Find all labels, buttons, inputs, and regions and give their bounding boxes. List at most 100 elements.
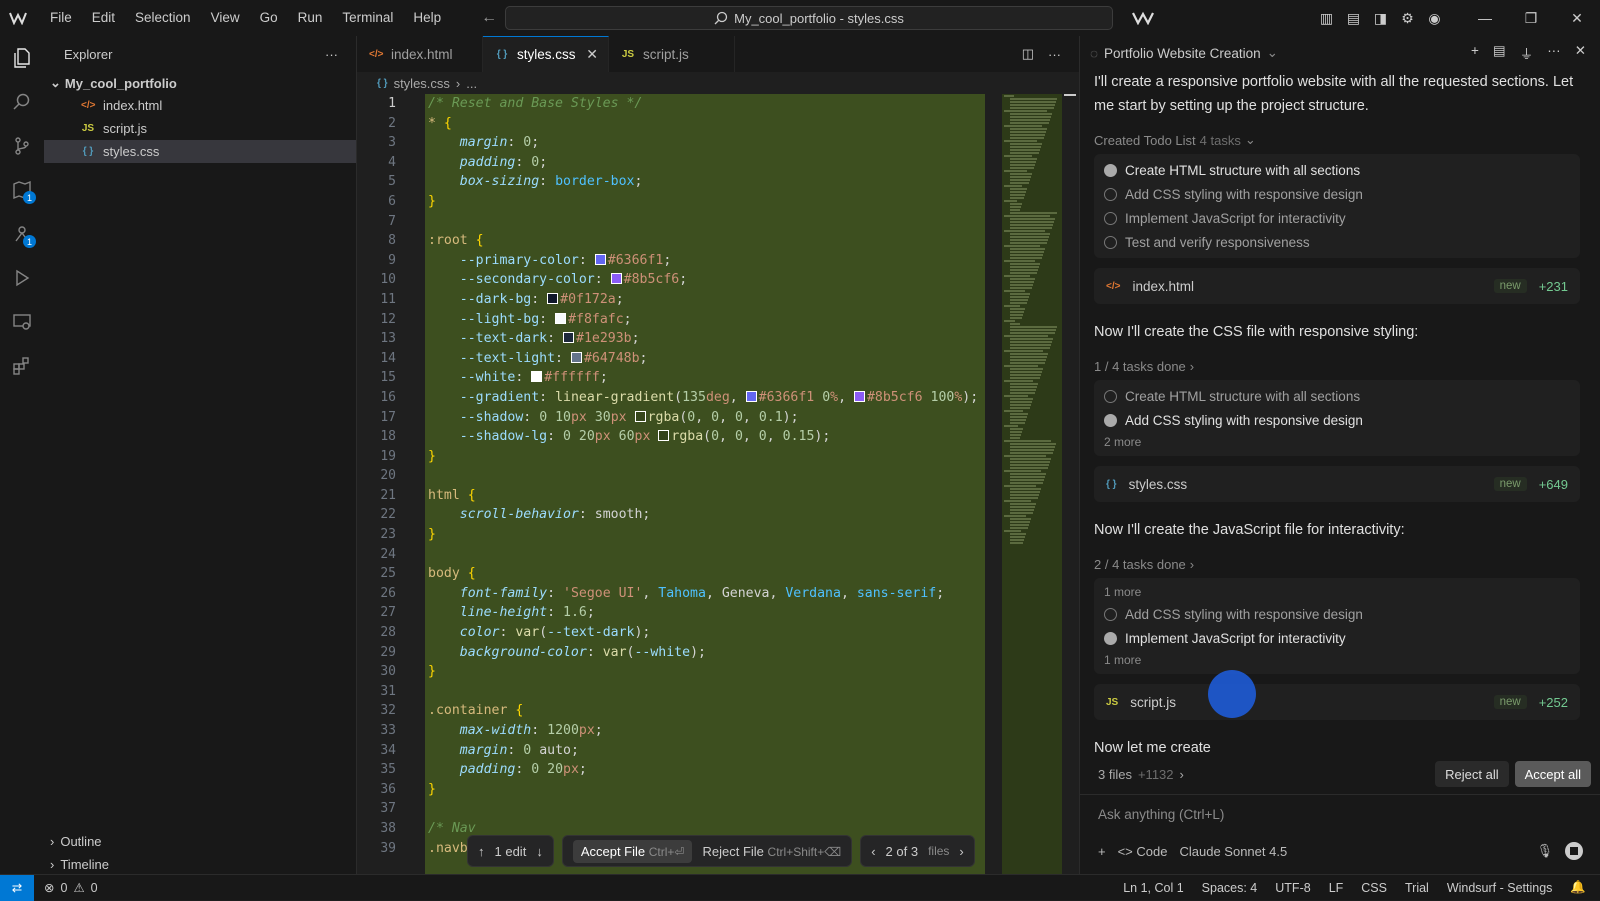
- files-summary[interactable]: 3 files: [1098, 767, 1132, 782]
- chat-input[interactable]: Ask anything (Ctrl+L): [1080, 794, 1600, 834]
- encoding[interactable]: UTF-8: [1275, 881, 1310, 895]
- file-change-card[interactable]: { } styles.css new +649: [1094, 466, 1580, 502]
- color-swatch[interactable]: [658, 430, 670, 442]
- more-link[interactable]: 2 more: [1104, 432, 1570, 452]
- color-swatch[interactable]: [745, 390, 757, 402]
- breadcrumb-file[interactable]: styles.css: [394, 76, 450, 91]
- more-link[interactable]: 1 more: [1104, 650, 1570, 670]
- file-change-card[interactable]: </> index.html new +231: [1094, 268, 1580, 304]
- code-editor[interactable]: 1 2 3 4 5 6 7 8 9 10 11 12 13 14 15 16 17 18 19 20 21 22 23 24 2…: [357, 94, 1079, 874]
- end-of-line[interactable]: LF: [1329, 881, 1344, 895]
- run-debug-icon[interactable]: [0, 256, 44, 300]
- new-chat-icon[interactable]: +: [1471, 43, 1479, 63]
- plug-icon[interactable]: ⏚: [1520, 43, 1534, 63]
- menu-help[interactable]: Help: [403, 0, 451, 36]
- file-script-js[interactable]: JS script.js: [44, 117, 356, 140]
- color-swatch[interactable]: [853, 390, 865, 402]
- menu-edit[interactable]: Edit: [82, 0, 125, 36]
- split-editor-icon[interactable]: ◫: [1022, 46, 1034, 62]
- color-swatch[interactable]: [610, 273, 622, 285]
- more-link[interactable]: 1 more: [1104, 582, 1570, 602]
- outline-section[interactable]: › Outline: [44, 830, 357, 852]
- accept-all-button[interactable]: Accept all: [1514, 761, 1591, 787]
- chat-title[interactable]: Portfolio Website Creation: [1104, 46, 1261, 61]
- toggle-secondary-sidebar-icon[interactable]: ◨: [1367, 0, 1394, 36]
- tab-styles-css[interactable]: { } styles.css ✕: [483, 36, 609, 72]
- color-swatch[interactable]: [563, 332, 574, 344]
- chevron-down-icon[interactable]: ⌄: [1267, 45, 1278, 61]
- notifications-bell-icon[interactable]: 🔔: [1570, 880, 1586, 895]
- close-tab-icon[interactable]: ✕: [586, 46, 598, 63]
- menu-go[interactable]: Go: [250, 0, 288, 36]
- editor-more-icon[interactable]: ···: [1048, 47, 1061, 62]
- cascade-agent-icon[interactable]: 1: [0, 212, 44, 256]
- close-panel-icon[interactable]: ✕: [1575, 43, 1586, 63]
- reject-all-button[interactable]: Reject all: [1435, 761, 1509, 787]
- file-styles-css[interactable]: { } styles.css: [44, 140, 356, 163]
- progress-header[interactable]: 2 / 4 tasks done ›: [1094, 552, 1580, 576]
- todo-text: Implement JavaScript for interactivity: [1125, 630, 1346, 646]
- color-swatch[interactable]: [547, 292, 559, 304]
- next-file-icon[interactable]: ›: [959, 844, 963, 859]
- indentation[interactable]: Spaces: 4: [1202, 881, 1258, 895]
- folder-root[interactable]: ⌄ My_cool_portfolio: [44, 72, 356, 94]
- back-arrow-icon[interactable]: ←: [481, 9, 497, 27]
- add-context-icon[interactable]: +: [1098, 844, 1106, 859]
- breadcrumb-rest[interactable]: ...: [466, 76, 477, 91]
- search-sidebar-icon[interactable]: [0, 80, 44, 124]
- file-change-card[interactable]: JS script.js new +252: [1094, 684, 1580, 720]
- menu-terminal[interactable]: Terminal: [332, 0, 403, 36]
- menu-file[interactable]: File: [40, 0, 82, 36]
- file-index-html[interactable]: </> index.html: [44, 94, 356, 117]
- settings-gear-icon[interactable]: ⚙: [1394, 0, 1421, 36]
- more-actions-icon[interactable]: ···: [325, 47, 338, 62]
- remote-explorer-icon[interactable]: [0, 300, 44, 344]
- extensions-blocks-icon[interactable]: [0, 344, 44, 388]
- model-selector[interactable]: Claude Sonnet 4.5: [1179, 844, 1287, 859]
- source-control-icon[interactable]: [0, 124, 44, 168]
- explorer-files-icon[interactable]: [0, 36, 44, 80]
- menu-selection[interactable]: Selection: [125, 0, 201, 36]
- restore-icon[interactable]: ❐: [1508, 0, 1554, 36]
- color-swatch[interactable]: [555, 312, 567, 324]
- color-swatch[interactable]: [634, 410, 646, 422]
- problems-indicator[interactable]: ⊗ 0 ⚠ 0: [34, 880, 98, 896]
- timeline-section[interactable]: › Timeline: [44, 853, 357, 875]
- color-swatch[interactable]: [531, 371, 543, 383]
- toggle-panel-icon[interactable]: ▤: [1340, 0, 1367, 36]
- stop-generation-icon[interactable]: [1565, 842, 1583, 860]
- todo-list-header[interactable]: Created Todo List 4 tasks ⌄: [1094, 128, 1580, 152]
- command-center-search[interactable]: My_cool_portfolio - styles.css: [505, 6, 1113, 30]
- windsurf-settings[interactable]: Windsurf - Settings: [1447, 881, 1553, 895]
- extensions-map-icon[interactable]: 1: [0, 168, 44, 212]
- lines-added: +252: [1538, 694, 1568, 710]
- previous-file-icon[interactable]: ‹: [871, 844, 875, 859]
- microphone-icon[interactable]: 🎙: [1536, 843, 1553, 859]
- progress-header[interactable]: 1 / 4 tasks done ›: [1094, 354, 1580, 378]
- language-mode[interactable]: CSS: [1361, 881, 1387, 895]
- close-window-icon[interactable]: ✕: [1554, 0, 1600, 36]
- toggle-sidebar-icon[interactable]: ▥: [1313, 0, 1340, 36]
- trial-status[interactable]: Trial: [1405, 881, 1429, 895]
- vertical-scrollbar[interactable]: [1062, 94, 1076, 874]
- reject-file-button[interactable]: Reject File Ctrl+Shift+⌫: [702, 844, 841, 859]
- minimap[interactable]: [1002, 94, 1062, 874]
- remote-indicator-icon[interactable]: ⇄: [0, 874, 34, 901]
- next-edit-icon[interactable]: ↓: [536, 844, 543, 859]
- tab-script-js[interactable]: JS script.js: [609, 36, 735, 72]
- accept-file-button[interactable]: Accept File Ctrl+⏎: [572, 839, 693, 863]
- color-swatch[interactable]: [594, 253, 606, 265]
- previous-edit-icon[interactable]: ↑: [478, 844, 485, 859]
- chat-more-icon[interactable]: ···: [1547, 43, 1561, 63]
- menu-run[interactable]: Run: [288, 0, 333, 36]
- cursor-position[interactable]: Ln 1, Col 1: [1123, 881, 1183, 895]
- mode-selector[interactable]: <> Code: [1118, 844, 1168, 859]
- history-icon[interactable]: ▤: [1493, 43, 1506, 63]
- windsurf-wave-icon[interactable]: [1123, 0, 1163, 36]
- tab-index-html[interactable]: </> index.html: [357, 36, 483, 72]
- account-icon[interactable]: ◉: [1421, 0, 1448, 36]
- minimize-icon[interactable]: —: [1462, 0, 1508, 36]
- menu-view[interactable]: View: [201, 0, 250, 36]
- color-swatch[interactable]: [570, 351, 582, 363]
- windsurf-logo-icon: [0, 0, 36, 36]
